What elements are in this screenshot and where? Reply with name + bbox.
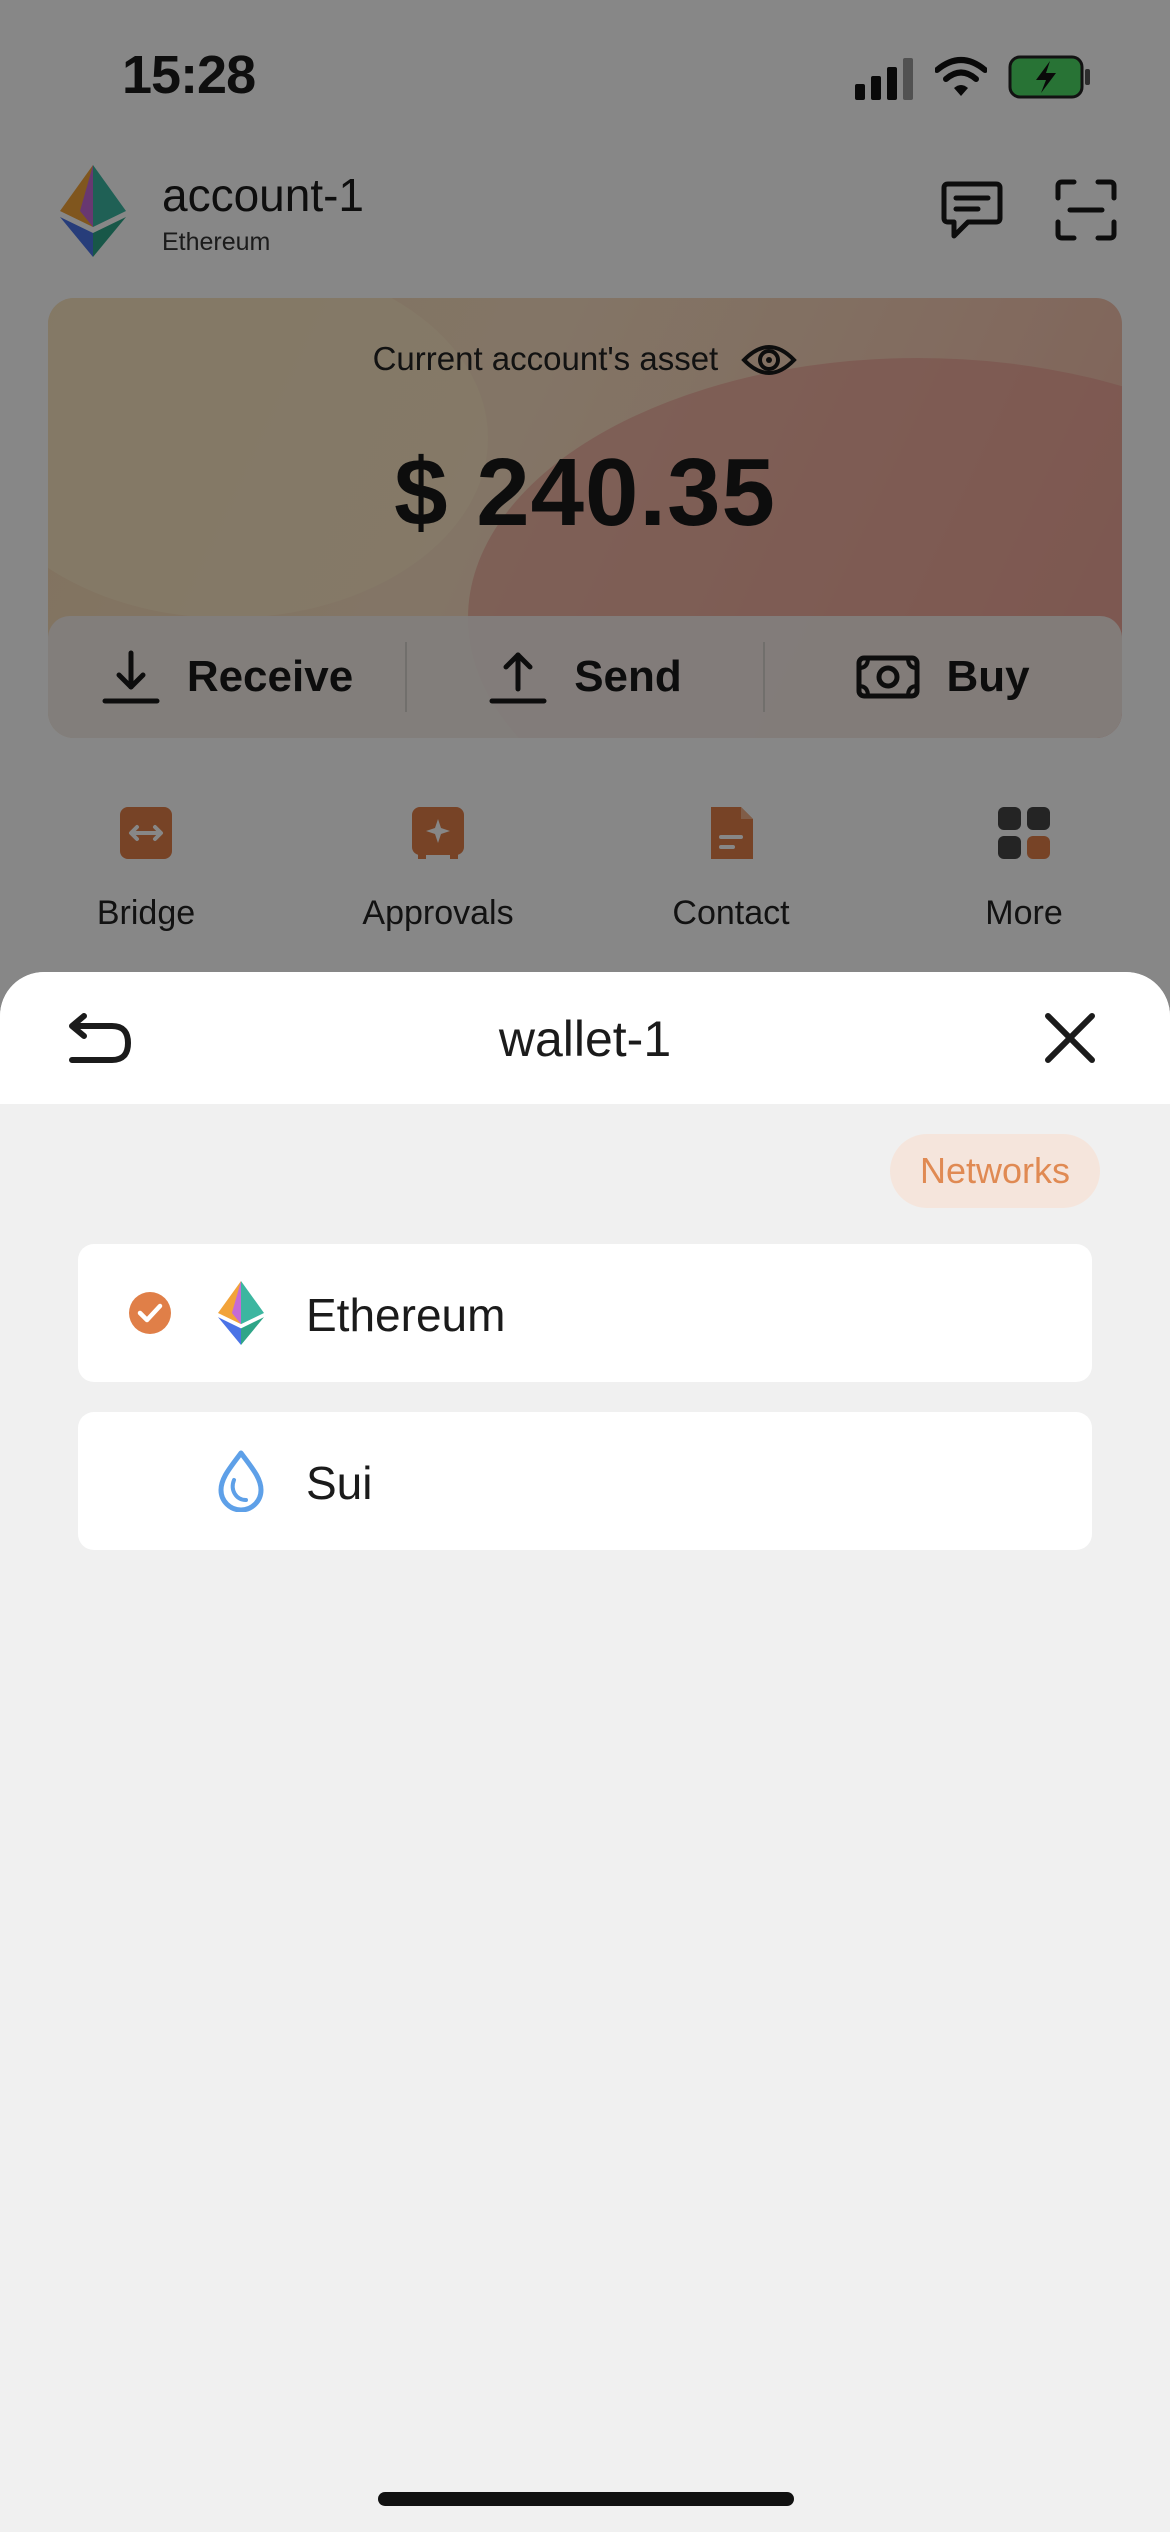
sui-logo-icon (218, 1450, 264, 1512)
home-indicator[interactable] (378, 2492, 794, 2506)
sheet-header: wallet-1 (0, 972, 1170, 1104)
network-item-ethereum[interactable]: Ethereum (78, 1244, 1092, 1382)
network-name: Sui (306, 1457, 373, 1509)
network-name: Ethereum (306, 1289, 506, 1341)
wallet-sheet: wallet-1 Networks Ethereum Sui (0, 972, 1170, 2532)
ethereum-logo-icon (218, 1280, 264, 1346)
networks-filter-chip[interactable]: Networks (890, 1134, 1100, 1208)
close-icon[interactable] (1040, 1008, 1100, 1068)
sheet-title: wallet-1 (498, 1011, 672, 1067)
network-item-sui[interactable]: Sui (78, 1412, 1092, 1550)
selected-check-icon (129, 1292, 171, 1334)
